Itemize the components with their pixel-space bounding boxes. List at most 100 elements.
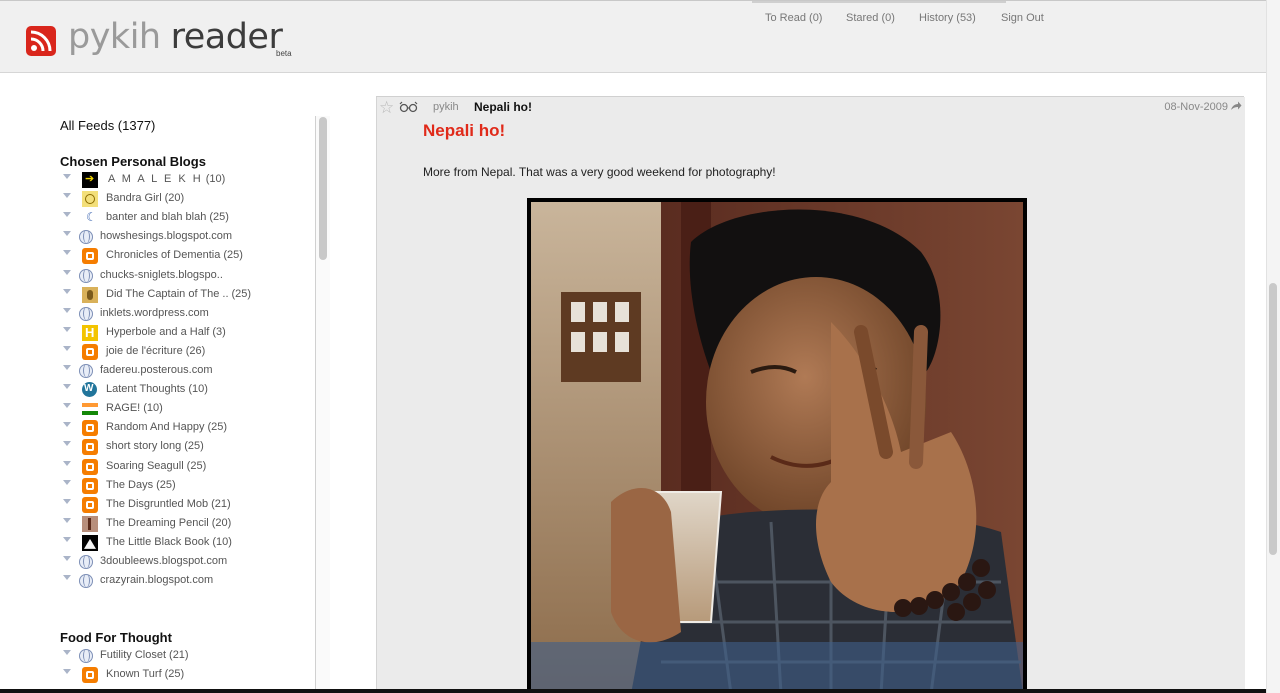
page-scroll-thumb[interactable] <box>1269 283 1277 555</box>
feed-item[interactable]: The Days (25) <box>0 477 310 495</box>
chevron-down-icon[interactable] <box>63 422 71 428</box>
feed-count: (25) <box>164 668 185 681</box>
feed-item[interactable]: howshesings.blogspot.com <box>0 228 310 246</box>
rss-icon <box>26 26 56 56</box>
feed-item[interactable]: 3doubleews.blogspot.com <box>0 553 310 571</box>
feed-item[interactable]: Random And Happy (25) <box>0 419 310 437</box>
feed-item[interactable]: short story long (25) <box>0 438 310 456</box>
feed-item[interactable]: chucks-sniglets.blogspo.. <box>0 267 310 285</box>
feed-label-wrap: The Little Black Book (10) <box>106 536 232 548</box>
feed-count: (10) <box>205 173 226 185</box>
article-title-small[interactable]: Nepali ho! <box>474 100 532 114</box>
amalekh-icon <box>82 172 98 188</box>
feed-label-wrap: The Days (25) <box>106 479 176 491</box>
chevron-down-icon[interactable] <box>63 193 71 199</box>
chevron-down-icon[interactable] <box>63 288 71 294</box>
feed-label-wrap: Futility Closet (21) <box>100 649 189 661</box>
feed-item[interactable]: Did The Captain of The .. (25) <box>0 286 310 304</box>
feed-item[interactable]: Futility Closet (21) <box>0 647 310 665</box>
feed-item[interactable]: RAGE! (10) <box>0 400 310 418</box>
feed-item[interactable]: The Little Black Book (10) <box>0 534 310 552</box>
feed-label-wrap: The Dreaming Pencil (20) <box>106 517 231 529</box>
chevron-down-icon[interactable] <box>63 669 71 675</box>
feed-label: crazyrain.blogspot.com <box>100 574 214 587</box>
feed-label-wrap: Latent Thoughts (10) <box>106 383 208 395</box>
sidebar-scroll-thumb[interactable] <box>319 117 327 260</box>
chevron-down-icon[interactable] <box>63 575 71 581</box>
chevron-down-icon[interactable] <box>63 307 71 313</box>
article-panel: ☆ pykih Nepali ho! 08-Nov-2009 Nepali ho… <box>376 97 1245 693</box>
bandra-icon <box>82 191 98 208</box>
globe-icon <box>79 230 93 245</box>
article-headline[interactable]: Nepali ho! <box>423 121 505 141</box>
feed-label-wrap: RAGE! (10) <box>106 402 163 414</box>
app-header: pykih reader beta To Read (0) Stared (0) … <box>0 0 1266 73</box>
chevron-down-icon[interactable] <box>63 479 71 485</box>
star-icon[interactable]: ☆ <box>379 98 394 118</box>
chevron-down-icon[interactable] <box>63 498 71 504</box>
pencil-icon <box>82 515 98 532</box>
chevron-down-icon[interactable] <box>63 269 71 275</box>
globe-icon <box>79 649 93 663</box>
share-icon[interactable] <box>1230 100 1242 115</box>
globe-icon <box>79 268 93 283</box>
article-body: More from Nepal. That was a very good we… <box>423 165 776 179</box>
feed-item[interactable]: Chronicles of Dementia (25) <box>0 247 310 265</box>
chevron-down-icon[interactable] <box>63 174 71 179</box>
chevron-down-icon[interactable] <box>63 403 71 409</box>
category-title[interactable]: Chosen Personal Blogs <box>60 154 206 169</box>
feed-item[interactable]: Hyperbole and a Half(3) <box>0 324 310 342</box>
feed-label-wrap: Known Turf (25) <box>106 668 184 680</box>
feed-item[interactable]: The Disgruntled Mob (21) <box>0 496 310 514</box>
nav-to-read[interactable]: To Read (0) <box>765 12 822 24</box>
chevron-down-icon[interactable] <box>63 250 71 256</box>
nav-stared[interactable]: Stared (0) <box>846 12 895 24</box>
article-source[interactable]: pykih <box>433 101 459 113</box>
feed-item[interactable]: banter and blah blah(25) <box>0 209 310 227</box>
beta-label: beta <box>276 49 292 58</box>
chevron-down-icon[interactable] <box>63 441 71 447</box>
feed-label-wrap: A M A L E K H (10) <box>108 173 225 185</box>
glasses-icon[interactable] <box>399 101 419 116</box>
chevron-down-icon[interactable] <box>63 460 71 466</box>
blogger-icon <box>82 439 98 456</box>
blogger-icon <box>82 248 98 265</box>
feed-item[interactable]: Bandra Girl (20) <box>0 190 310 208</box>
feed-label-wrap: Bandra Girl (20) <box>106 192 184 204</box>
feed-count: (3) <box>212 325 226 338</box>
feed-count: (10) <box>188 383 208 396</box>
chevron-down-icon[interactable] <box>63 345 71 351</box>
feed-count: (10) <box>143 402 163 415</box>
feed-item[interactable]: crazyrain.blogspot.com <box>0 572 310 590</box>
feed-count: (25) <box>186 459 207 472</box>
chevron-down-icon[interactable] <box>63 326 71 332</box>
feed-item[interactable]: Known Turf (25) <box>0 666 310 684</box>
chevron-down-icon[interactable] <box>63 231 71 237</box>
feed-item[interactable]: Soaring Seagull (25) <box>0 458 310 476</box>
feed-item[interactable]: fadereu.posterous.com <box>0 362 310 380</box>
feed-item[interactable]: inklets.wordpress.com <box>0 305 310 323</box>
chevron-down-icon[interactable] <box>63 517 71 523</box>
feed-label: short story long <box>106 440 182 453</box>
feed-item[interactable]: The Dreaming Pencil (20) <box>0 515 310 533</box>
chevron-down-icon[interactable] <box>63 556 71 561</box>
feed-item[interactable]: Latent Thoughts(10) <box>0 381 310 399</box>
category-title[interactable]: Food For Thought <box>60 630 172 645</box>
nav-history[interactable]: History (53) <box>919 12 976 24</box>
chevron-down-icon[interactable] <box>63 212 71 218</box>
feed-count: (21) <box>169 649 189 661</box>
chevron-down-icon[interactable] <box>63 365 71 370</box>
all-feeds-link[interactable]: All Feeds (1377) <box>60 118 155 133</box>
chevron-down-icon[interactable] <box>63 384 71 390</box>
blogger-icon <box>82 667 98 684</box>
feed-item[interactable]: A M A L E K H(10) <box>0 171 310 189</box>
chevron-down-icon[interactable] <box>63 536 71 542</box>
feed-label-wrap: banter and blah blah (25) <box>106 211 229 223</box>
feed-label: inklets.wordpress.com <box>100 306 209 319</box>
feed-count: (25) <box>231 287 252 300</box>
feed-label: RAGE! <box>106 402 141 415</box>
chevron-down-icon[interactable] <box>63 650 71 655</box>
feed-item[interactable]: joie de l'écriture (26) <box>0 343 310 361</box>
feed-label: 3doubleews.blogspot.com <box>100 555 228 567</box>
nav-sign-out[interactable]: Sign Out <box>1001 12 1044 24</box>
